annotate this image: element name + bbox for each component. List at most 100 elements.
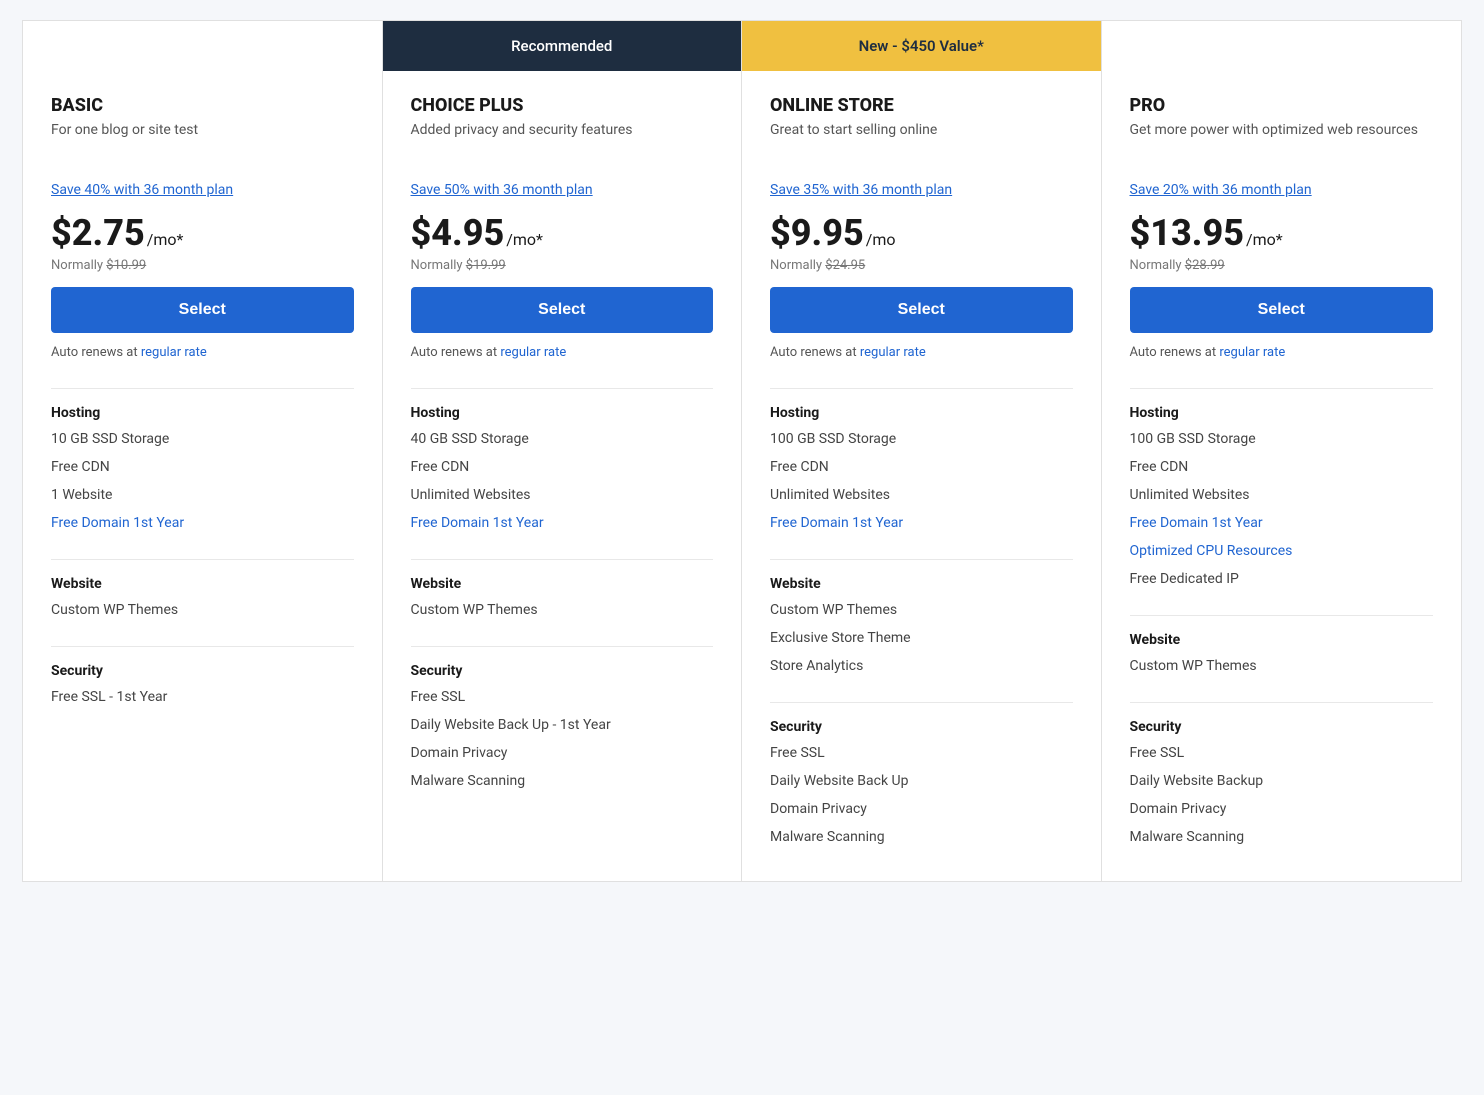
security-feature-pro-1: Daily Website Backup xyxy=(1130,773,1434,793)
website-title-online-store: Website xyxy=(770,576,1073,592)
price-row-basic: $2.75/mo* xyxy=(51,212,354,254)
hosting-feature-choice-plus-2: Unlimited Websites xyxy=(411,487,714,507)
website-feature-online-store-0: Custom WP Themes xyxy=(770,602,1073,622)
plan-desc-choice-plus: Added privacy and security features xyxy=(411,122,714,166)
website-feature-choice-plus-0: Custom WP Themes xyxy=(411,602,714,622)
website-feature-pro-0: Custom WP Themes xyxy=(1130,658,1434,678)
security-feature-basic-0: Free SSL - 1st Year xyxy=(51,689,354,709)
regular-rate-link-online-store[interactable]: regular rate xyxy=(860,345,926,360)
auto-renew-online-store: Auto renews at regular rate xyxy=(770,345,1073,360)
website-feature-online-store-1: Exclusive Store Theme xyxy=(770,630,1073,650)
price-row-online-store: $9.95/mo xyxy=(770,212,1073,254)
regular-rate-link-pro[interactable]: regular rate xyxy=(1219,345,1285,360)
badge-pro xyxy=(1102,21,1462,71)
hosting-feature-pro-0: 100 GB SSD Storage xyxy=(1130,431,1434,451)
hosting-title-basic: Hosting xyxy=(51,405,354,421)
plan-body-basic: BASIC For one blog or site test Save 40% w… xyxy=(23,71,382,741)
security-title-online-store: Security xyxy=(770,719,1073,735)
badge-choice-plus: Recommended xyxy=(383,21,742,71)
hosting-feature-basic-2: 1 Website xyxy=(51,487,354,507)
security-feature-online-store-1: Daily Website Back Up xyxy=(770,773,1073,793)
hosting-feature-online-store-3[interactable]: Free Domain 1st Year xyxy=(770,515,1073,535)
price-amount-basic: $2.75 xyxy=(51,212,145,254)
select-button-choice-plus[interactable]: Select xyxy=(411,287,714,333)
price-row-choice-plus: $4.95/mo* xyxy=(411,212,714,254)
save-link-pro[interactable]: Save 20% with 36 month plan xyxy=(1130,182,1434,198)
price-period-basic: /mo* xyxy=(147,230,184,249)
website-feature-online-store-2: Store Analytics xyxy=(770,658,1073,678)
hosting-feature-pro-4[interactable]: Optimized CPU Resources xyxy=(1130,543,1434,563)
normal-price-choice-plus: Normally $19.99 xyxy=(411,258,714,273)
plan-name-online-store: ONLINE STORE xyxy=(770,95,1073,116)
hosting-title-online-store: Hosting xyxy=(770,405,1073,421)
normal-price-online-store: Normally $24.95 xyxy=(770,258,1073,273)
price-amount-pro: $13.95 xyxy=(1130,212,1244,254)
plan-col-pro: PRO Get more power with optimized web res… xyxy=(1102,21,1462,881)
hosting-feature-pro-5: Free Dedicated IP xyxy=(1130,571,1434,591)
security-feature-pro-2: Domain Privacy xyxy=(1130,801,1434,821)
security-title-pro: Security xyxy=(1130,719,1434,735)
hosting-feature-pro-1: Free CDN xyxy=(1130,459,1434,479)
price-amount-choice-plus: $4.95 xyxy=(411,212,505,254)
badge-online-store: New - $450 Value* xyxy=(742,21,1101,71)
save-link-choice-plus[interactable]: Save 50% with 36 month plan xyxy=(411,182,714,198)
plan-col-choice-plus: Recommended CHOICE PLUS Added privacy and … xyxy=(383,21,743,881)
security-feature-online-store-3: Malware Scanning xyxy=(770,829,1073,849)
plan-body-pro: PRO Get more power with optimized web res… xyxy=(1102,71,1462,881)
hosting-feature-choice-plus-0: 40 GB SSD Storage xyxy=(411,431,714,451)
security-title-basic: Security xyxy=(51,663,354,679)
price-period-choice-plus: /mo* xyxy=(506,230,543,249)
plan-name-basic: BASIC xyxy=(51,95,354,116)
plan-col-basic: BASIC For one blog or site test Save 40% w… xyxy=(23,21,383,881)
plan-name-pro: PRO xyxy=(1130,95,1434,116)
price-row-pro: $13.95/mo* xyxy=(1130,212,1434,254)
price-amount-online-store: $9.95 xyxy=(770,212,864,254)
security-feature-online-store-2: Domain Privacy xyxy=(770,801,1073,821)
security-feature-pro-3: Malware Scanning xyxy=(1130,829,1434,849)
plan-desc-pro: Get more power with optimized web resour… xyxy=(1130,122,1434,166)
hosting-feature-basic-3[interactable]: Free Domain 1st Year xyxy=(51,515,354,535)
regular-rate-link-basic[interactable]: regular rate xyxy=(141,345,207,360)
hosting-title-choice-plus: Hosting xyxy=(411,405,714,421)
plan-desc-online-store: Great to start selling online xyxy=(770,122,1073,166)
hosting-feature-basic-1: Free CDN xyxy=(51,459,354,479)
hosting-feature-choice-plus-3[interactable]: Free Domain 1st Year xyxy=(411,515,714,535)
hosting-feature-pro-2: Unlimited Websites xyxy=(1130,487,1434,507)
auto-renew-choice-plus: Auto renews at regular rate xyxy=(411,345,714,360)
security-feature-choice-plus-0: Free SSL xyxy=(411,689,714,709)
badge-basic xyxy=(23,21,382,71)
plan-body-online-store: ONLINE STORE Great to start selling onlin… xyxy=(742,71,1101,881)
save-link-basic[interactable]: Save 40% with 36 month plan xyxy=(51,182,354,198)
security-title-choice-plus: Security xyxy=(411,663,714,679)
security-feature-choice-plus-2: Domain Privacy xyxy=(411,745,714,765)
hosting-feature-pro-3[interactable]: Free Domain 1st Year xyxy=(1130,515,1434,535)
security-feature-online-store-0: Free SSL xyxy=(770,745,1073,765)
save-link-online-store[interactable]: Save 35% with 36 month plan xyxy=(770,182,1073,198)
auto-renew-basic: Auto renews at regular rate xyxy=(51,345,354,360)
security-feature-pro-0: Free SSL xyxy=(1130,745,1434,765)
select-button-online-store[interactable]: Select xyxy=(770,287,1073,333)
website-feature-basic-0: Custom WP Themes xyxy=(51,602,354,622)
website-title-pro: Website xyxy=(1130,632,1434,648)
plan-col-online-store: New - $450 Value* ONLINE STORE Great to st… xyxy=(742,21,1102,881)
select-button-basic[interactable]: Select xyxy=(51,287,354,333)
price-period-pro: /mo* xyxy=(1246,230,1283,249)
plan-desc-basic: For one blog or site test xyxy=(51,122,354,166)
hosting-feature-online-store-0: 100 GB SSD Storage xyxy=(770,431,1073,451)
plan-name-choice-plus: CHOICE PLUS xyxy=(411,95,714,116)
regular-rate-link-choice-plus[interactable]: regular rate xyxy=(500,345,566,360)
security-feature-choice-plus-3: Malware Scanning xyxy=(411,773,714,793)
plan-body-choice-plus: CHOICE PLUS Added privacy and security fe… xyxy=(383,71,742,825)
auto-renew-pro: Auto renews at regular rate xyxy=(1130,345,1434,360)
select-button-pro[interactable]: Select xyxy=(1130,287,1434,333)
website-title-basic: Website xyxy=(51,576,354,592)
price-period-online-store: /mo xyxy=(866,230,896,249)
hosting-title-pro: Hosting xyxy=(1130,405,1434,421)
security-feature-choice-plus-1: Daily Website Back Up - 1st Year xyxy=(411,717,714,737)
hosting-feature-online-store-1: Free CDN xyxy=(770,459,1073,479)
hosting-feature-choice-plus-1: Free CDN xyxy=(411,459,714,479)
pricing-table: BASIC For one blog or site test Save 40% w… xyxy=(22,20,1462,882)
normal-price-basic: Normally $10.99 xyxy=(51,258,354,273)
hosting-feature-online-store-2: Unlimited Websites xyxy=(770,487,1073,507)
website-title-choice-plus: Website xyxy=(411,576,714,592)
